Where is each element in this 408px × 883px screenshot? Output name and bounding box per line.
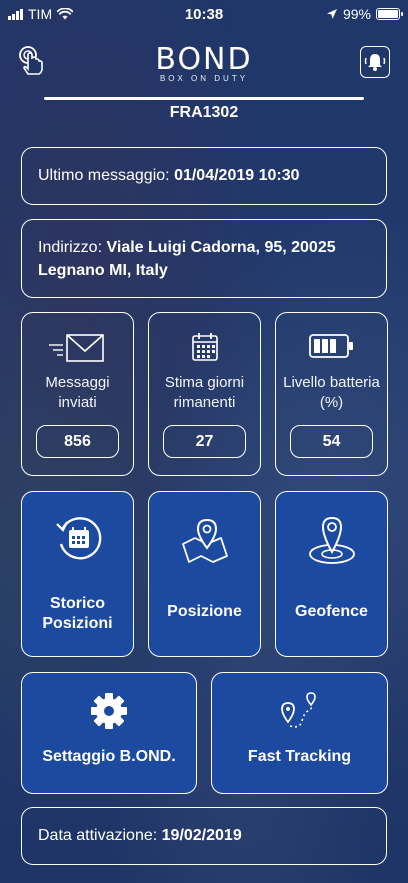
position-button[interactable]: Posizione (148, 491, 261, 657)
geofence-button[interactable]: Geofence (275, 491, 388, 657)
history-positions-label: Storico Posizioni (42, 595, 113, 632)
location-arrow-icon (326, 9, 337, 19)
last-message-card: Ultimo messaggio: 01/04/2019 10:30 (21, 147, 387, 205)
battery-icon (376, 8, 403, 20)
activation-value: 19/02/2019 (161, 827, 242, 844)
status-bar: TIM 10:38 99% (0, 0, 408, 28)
messages-sent-card: Messaggi inviati 856 (21, 312, 134, 476)
battery-level-icon (308, 334, 353, 358)
logo-text: BOND (155, 42, 253, 77)
geofence-icon (308, 516, 355, 564)
messages-sent-value: 856 (36, 425, 119, 458)
address-card: Indirizzo: Viale Luigi Cadorna, 95, 2002… (21, 219, 387, 298)
fast-tracking-button[interactable]: Fast Tracking (211, 672, 388, 794)
last-message-value: 01/04/2019 10:30 (174, 167, 300, 184)
geofence-label: Geofence (295, 603, 368, 620)
last-message-label: Ultimo messaggio: (38, 167, 170, 184)
map-pin-icon (181, 518, 228, 563)
battery-level-card: Livello batteria (%) 54 (275, 312, 388, 476)
days-remaining-label: Stima giorni rimanenti (164, 374, 245, 411)
battery-percent: 99% (342, 6, 371, 22)
address-label: Indirizzo: (38, 239, 103, 256)
bond-logo: BOND BOX ON DUTY (0, 42, 408, 83)
history-calendar-icon (55, 517, 101, 560)
days-remaining-card: Stima giorni rimanenti 27 (148, 312, 261, 476)
gear-icon (91, 693, 127, 729)
activation-date-card: Data attivazione: 19/02/2019 (21, 807, 387, 865)
days-remaining-value: 27 (163, 425, 246, 458)
bell-ringing-icon (364, 54, 386, 71)
logo-subtitle: BOX ON DUTY (159, 74, 249, 83)
battery-level-value: 54 (290, 425, 373, 458)
fast-tracking-label: Fast Tracking (247, 748, 352, 765)
battery-level-label: Livello batteria (%) (283, 374, 380, 411)
alarm-button[interactable] (360, 46, 390, 78)
settings-label: Settaggio B.OND. (42, 748, 176, 765)
settings-button[interactable]: Settaggio B.OND. (21, 672, 197, 794)
envelope-icon (48, 334, 104, 362)
history-positions-button[interactable]: Storico Posizioni (21, 491, 134, 657)
activation-label: Data attivazione: (38, 827, 158, 844)
position-label: Posizione (167, 603, 242, 620)
route-icon (280, 692, 316, 728)
calendar-icon (191, 333, 218, 361)
header-divider (44, 97, 364, 100)
messages-sent-label: Messaggi inviati (45, 374, 110, 411)
device-id: FRA1302 (169, 104, 239, 121)
